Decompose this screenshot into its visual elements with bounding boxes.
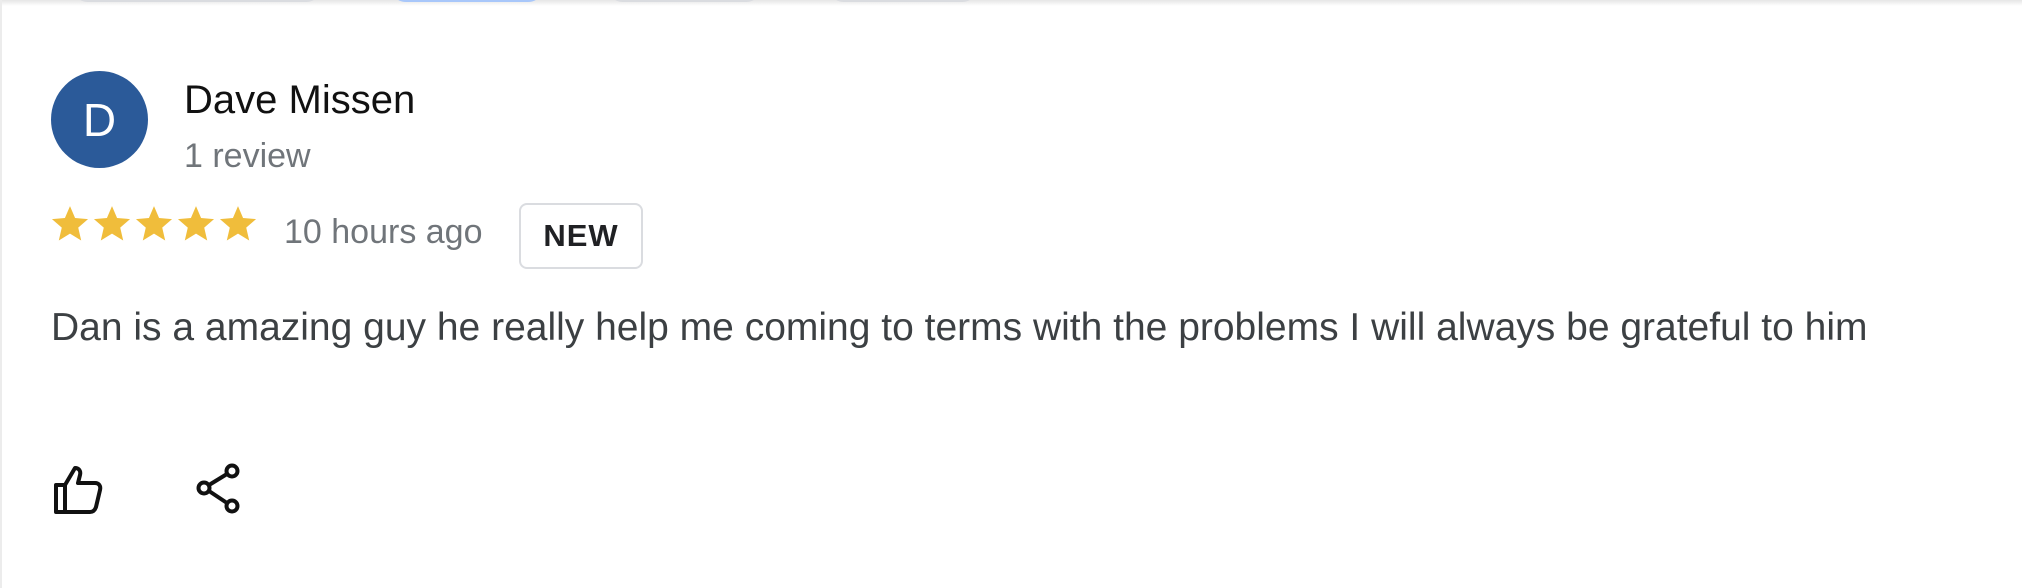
filter-chip[interactable]: [72, 0, 322, 2]
star-icon: [135, 206, 173, 241]
star-icon: [177, 206, 215, 241]
star-icon: [51, 206, 89, 241]
star-icon: [219, 206, 257, 241]
reviewer-name[interactable]: Dave Missen: [184, 78, 415, 123]
share-icon: [196, 463, 240, 514]
avatar[interactable]: D: [51, 71, 148, 168]
like-button[interactable]: [51, 462, 105, 516]
thumbs-up-icon: [54, 466, 103, 514]
review-card: D Dave Missen 1 review 10 hours ago NEW …: [0, 0, 2022, 588]
share-button[interactable]: [194, 462, 248, 516]
filter-chip-selected[interactable]: [390, 0, 544, 2]
star-icon: [93, 206, 131, 241]
reviewer-review-count: 1 review: [184, 137, 311, 175]
filter-chip[interactable]: [828, 0, 978, 2]
review-timestamp: 10 hours ago: [284, 213, 483, 251]
filter-chip[interactable]: [607, 0, 762, 2]
avatar-initial: D: [82, 93, 117, 146]
new-badge: NEW: [519, 203, 643, 269]
star-rating: [49, 203, 259, 245]
review-text: Dan is a amazing guy he really help me c…: [51, 306, 1868, 349]
